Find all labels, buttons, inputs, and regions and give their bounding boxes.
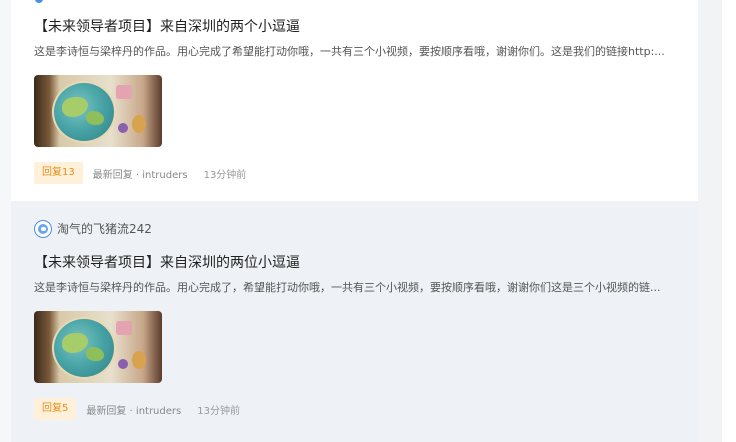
page-edge <box>722 0 736 442</box>
post-meta: 回复5 最新回复 · intruders 13分钟前 <box>34 398 678 420</box>
thumbnail-drawing <box>116 85 132 99</box>
thumbnail-drawing <box>116 321 132 335</box>
reply-count-badge[interactable]: 回复5 <box>34 398 77 420</box>
author-row: 淘气的飞猪流242 <box>34 219 678 239</box>
post-title[interactable]: 【未来领导者项目】来自深圳的两个小逗逼 <box>34 16 678 38</box>
post-time: 13分钟前 <box>203 169 247 181</box>
scrollbar-track[interactable] <box>698 0 722 442</box>
last-reply-info: 最新回复 · intruders <box>92 169 188 181</box>
last-reply-info: 最新回复 · intruders <box>86 405 182 417</box>
thumbnail-drawing <box>118 123 128 133</box>
thumbnail-drawing <box>52 317 116 379</box>
post-thumbnail[interactable] <box>34 311 162 383</box>
post-card[interactable]: 淘气的飞猪流242 【未来领导者项目】来自深圳的两位小逗逼 这是李诗恒与梁梓丹的… <box>11 201 698 442</box>
post-card[interactable]: 【未来领导者项目】来自深圳的两个小逗逼 这是李诗恒与梁梓丹的作品。用心完成了希望… <box>11 0 698 201</box>
post-feed: 【未来领导者项目】来自深圳的两个小逗逼 这是李诗恒与梁梓丹的作品。用心完成了希望… <box>11 0 698 442</box>
post-excerpt: 这是李诗恒与梁梓丹的作品。用心完成了希望能打动你哦，一共有三个小视频，要按顺序看… <box>34 45 665 58</box>
post-thumbnail[interactable] <box>34 75 162 147</box>
post-meta: 回复13 最新回复 · intruders 13分钟前 <box>34 162 678 184</box>
author-name[interactable]: 淘气的飞猪流242 <box>57 220 152 238</box>
thumbnail-drawing <box>132 351 146 369</box>
reply-count-badge[interactable]: 回复13 <box>34 162 83 184</box>
forum-page: 【未来领导者项目】来自深圳的两个小逗逼 这是李诗恒与梁梓丹的作品。用心完成了希望… <box>0 0 736 442</box>
avatar-icon <box>35 0 43 3</box>
post-excerpt: 这是李诗恒与梁梓丹的作品。用心完成了，希望能打动你哦，一共有三个小视频，要按顺序… <box>34 281 661 294</box>
avatar-icon[interactable] <box>34 220 52 238</box>
post-time: 13分钟前 <box>197 405 240 417</box>
thumbnail-drawing <box>118 359 128 369</box>
post-title[interactable]: 【未来领导者项目】来自深圳的两位小逗逼 <box>34 252 678 274</box>
thumbnail-drawing <box>132 115 146 133</box>
thumbnail-drawing <box>52 81 116 143</box>
